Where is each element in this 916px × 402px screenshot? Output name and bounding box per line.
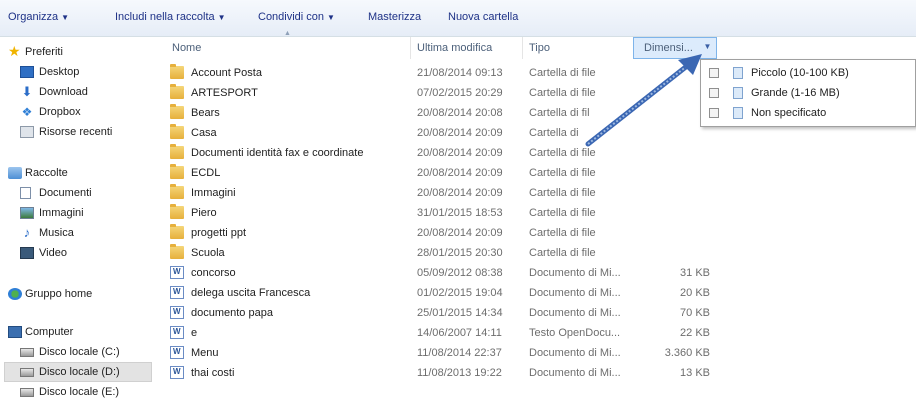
- filter-option-small-label: Piccolo (10-100 KB): [751, 67, 849, 79]
- size-filter-popup: Piccolo (10-100 KB) Grande (1-16 MB) Non…: [700, 59, 916, 127]
- file-icon: [733, 107, 743, 119]
- annotation-arrow-shaft: [585, 63, 690, 147]
- filter-option-unspecified[interactable]: Non specificato: [709, 103, 909, 123]
- filter-checkbox[interactable]: [709, 68, 719, 78]
- filter-option-unspecified-label: Non specificato: [751, 107, 827, 119]
- file-icon: [733, 87, 743, 99]
- filter-option-large[interactable]: Grande (1-16 MB): [709, 83, 909, 103]
- file-icon: [733, 67, 743, 79]
- filter-checkbox[interactable]: [709, 88, 719, 98]
- filter-option-small[interactable]: Piccolo (10-100 KB): [709, 63, 909, 83]
- filter-option-large-label: Grande (1-16 MB): [751, 87, 840, 99]
- filter-checkbox[interactable]: [709, 108, 719, 118]
